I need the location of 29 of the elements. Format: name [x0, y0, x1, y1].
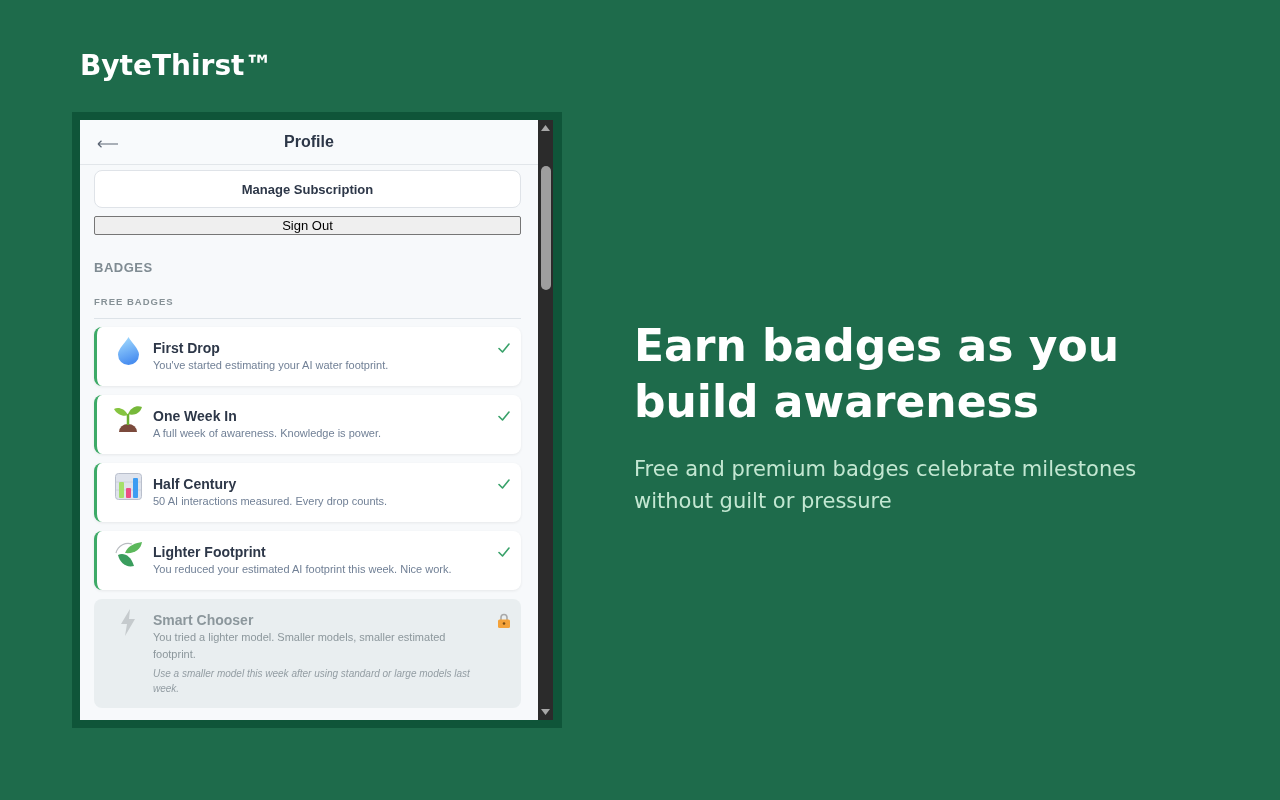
sign-out-button[interactable]: Sign Out — [94, 216, 521, 235]
lightning-icon — [120, 609, 136, 636]
scroll-up-icon[interactable] — [541, 125, 550, 131]
manage-subscription-button[interactable]: Manage Subscription — [94, 170, 521, 208]
badge-description: A full week of awareness. Knowledge is power. — [153, 426, 383, 441]
badge-title: Lighter Footprint — [153, 543, 267, 561]
scrollbar[interactable] — [538, 120, 553, 720]
badge-description: 50 AI interactions measured. Every drop counts. — [153, 494, 389, 509]
headline: Earn badges as you build awareness — [634, 319, 1121, 429]
scroll-thumb[interactable] — [540, 166, 551, 290]
bar-chart-icon — [114, 473, 142, 500]
scroll-down-icon[interactable] — [541, 709, 550, 715]
badge-title: Smart Chooser — [153, 611, 255, 629]
badge-title: One Week In — [153, 407, 238, 425]
droplet-icon — [117, 337, 139, 365]
seedling-icon — [114, 405, 142, 432]
brand-name: ByteThirst™ — [80, 48, 273, 84]
badge-title: Half Century — [153, 475, 238, 493]
section-heading: BADGES — [94, 260, 154, 276]
badge-hint: Use a smaller model this week after using standard or large models last week. — [153, 667, 471, 696]
leaves-icon — [114, 541, 142, 568]
badge-description: You reduced your estimated AI footprint this week. Nice work. — [153, 562, 453, 577]
back-arrow-icon[interactable] — [97, 139, 118, 148]
badge-description: You've started estimating your AI water footprint. — [153, 358, 390, 373]
badge-title: First Drop — [153, 339, 221, 357]
screen-title: Profile — [284, 132, 334, 152]
group-heading: FREE BADGES — [94, 296, 521, 319]
subtitle: Free and premium badges celebrate milestones without guilt or pressure — [634, 456, 1138, 515]
badge-description: You tried a lighter model. Smaller models, smaller estimated footprint. — [153, 630, 447, 662]
